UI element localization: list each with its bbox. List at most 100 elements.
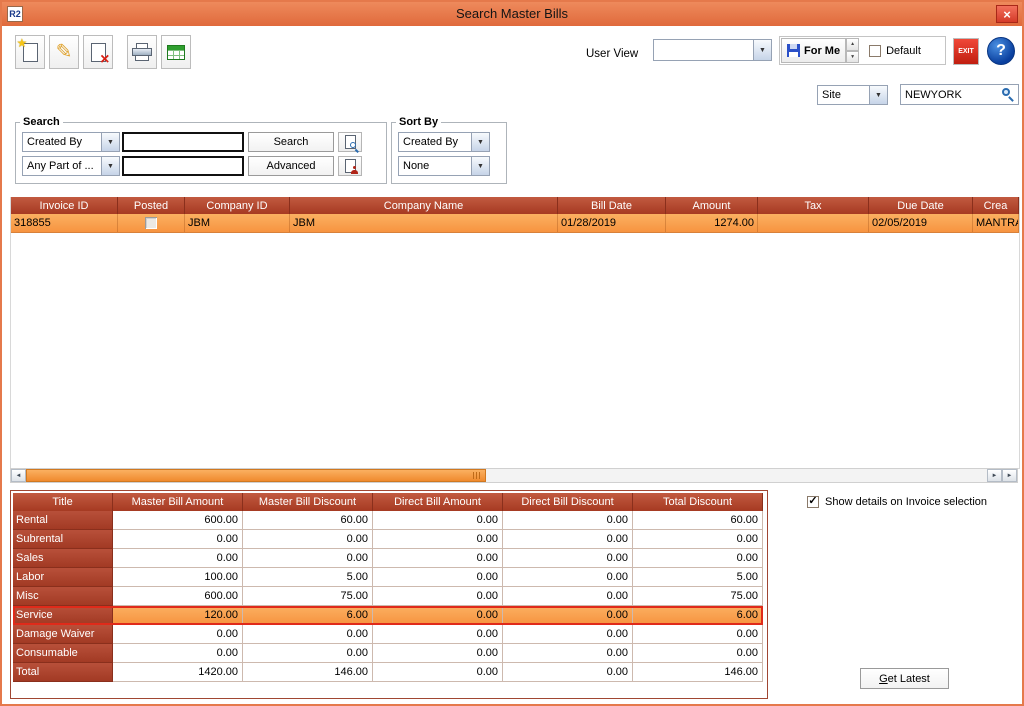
spin-up-icon[interactable]: ▲ (846, 38, 859, 51)
invoice-grid-column-header[interactable]: Crea (973, 197, 1019, 214)
edit-button[interactable]: ✎ (49, 35, 79, 69)
search-button[interactable]: Search (248, 132, 334, 152)
default-checkbox-box[interactable] (869, 45, 881, 57)
details-cell: 0.00 (633, 625, 763, 644)
invoice-grid-column-header[interactable]: Tax (758, 197, 869, 214)
details-cell: 146.00 (633, 663, 763, 682)
chevron-down-icon[interactable]: ▼ (471, 157, 489, 175)
site-combo[interactable]: Site ▼ (817, 85, 888, 105)
details-cell: 120.00 (113, 606, 243, 625)
invoice-grid-cell (758, 214, 869, 232)
new-document-icon: ★ (23, 43, 38, 62)
search-input[interactable] (122, 132, 244, 152)
posted-checkbox[interactable] (145, 217, 157, 229)
print-button[interactable] (127, 35, 157, 69)
invoice-grid-column-header[interactable]: Posted (118, 197, 185, 214)
details-cell: 0.00 (243, 625, 373, 644)
search-icon[interactable] (1001, 87, 1016, 102)
details-cell: 5.00 (243, 568, 373, 587)
details-cell: 0.00 (503, 606, 633, 625)
details-row[interactable]: Sales0.000.000.000.000.00 (13, 549, 763, 568)
details-cell: 5.00 (633, 568, 763, 587)
star-icon: ★ (17, 37, 28, 49)
chevron-down-icon[interactable]: ▼ (869, 86, 887, 104)
advanced-report-button[interactable] (338, 156, 362, 176)
show-details-checkbox[interactable]: ✓ Show details on Invoice selection (807, 496, 987, 508)
details-cell: 0.00 (503, 549, 633, 568)
show-details-checkbox-box[interactable]: ✓ (807, 496, 819, 508)
export-button[interactable] (161, 35, 191, 69)
for-me-button[interactable]: For Me (781, 38, 846, 63)
details-row[interactable]: Service120.006.000.000.006.00 (13, 606, 763, 625)
exit-button[interactable]: EXIT (953, 38, 979, 65)
details-row[interactable]: Consumable0.000.000.000.000.00 (13, 644, 763, 663)
sort-primary-combo[interactable]: Created By ▼ (398, 132, 490, 152)
scrollbar-thumb[interactable] (26, 469, 486, 482)
delete-document-icon: × (91, 43, 106, 62)
invoice-grid-row[interactable]: 318855JBMJBM01/28/20191274.0002/05/2019M… (11, 214, 1019, 233)
details-row-title: Subrental (13, 530, 113, 549)
close-button[interactable]: × (996, 5, 1018, 23)
search-report-button[interactable] (338, 132, 362, 152)
details-row-title: Misc (13, 587, 113, 606)
invoice-grid-cell: 318855 (11, 214, 118, 232)
details-row[interactable]: Misc600.0075.000.000.0075.00 (13, 587, 763, 606)
invoice-grid-column-header[interactable]: Invoice ID (11, 197, 118, 214)
chevron-down-icon[interactable]: ▼ (753, 40, 771, 60)
chevron-down-icon[interactable]: ▼ (101, 157, 119, 175)
horizontal-scrollbar[interactable]: ◄ ► ► (10, 468, 1018, 483)
details-cell: 0.00 (633, 549, 763, 568)
invoice-grid-column-header[interactable]: Company Name (290, 197, 558, 214)
grip-icon (473, 472, 481, 479)
user-view-label: User View (586, 48, 638, 60)
get-latest-button[interactable]: Get Latest (860, 668, 949, 689)
invoice-grid-cell: JBM (185, 214, 290, 232)
spin-down-icon[interactable]: ▼ (846, 51, 859, 64)
delete-button[interactable]: × (83, 35, 113, 69)
details-cell: 0.00 (503, 625, 633, 644)
details-row[interactable]: Rental600.0060.000.000.0060.00 (13, 511, 763, 530)
new-button[interactable]: ★ (15, 35, 45, 69)
sort-secondary-combo[interactable]: None ▼ (398, 156, 490, 176)
invoice-grid-column-header[interactable]: Due Date (869, 197, 973, 214)
details-row-title: Consumable (13, 644, 113, 663)
details-cell: 0.00 (503, 530, 633, 549)
details-cell: 0.00 (373, 549, 503, 568)
details-row[interactable]: Labor100.005.000.000.005.00 (13, 568, 763, 587)
details-row[interactable]: Damage Waiver0.000.000.000.000.00 (13, 625, 763, 644)
location-field[interactable]: NEWYORK (900, 84, 1019, 105)
invoice-grid-column-header[interactable]: Amount (666, 197, 758, 214)
search-field-combo-value: Created By (23, 136, 101, 148)
details-header-row: TitleMaster Bill AmountMaster Bill Disco… (13, 493, 763, 511)
scroll-left-button[interactable]: ◄ (11, 469, 26, 482)
invoice-grid-column-header[interactable]: Company ID (185, 197, 290, 214)
search-legend: Search (20, 116, 63, 128)
printer-icon (132, 43, 152, 61)
details-cell: 0.00 (503, 568, 633, 587)
help-button[interactable]: ? (987, 37, 1015, 65)
scrollbar-track[interactable] (26, 469, 987, 482)
details-cell: 600.00 (113, 511, 243, 530)
details-row[interactable]: Total1420.00146.000.000.00146.00 (13, 663, 763, 682)
details-cell: 0.00 (373, 663, 503, 682)
advanced-button[interactable]: Advanced (248, 156, 334, 176)
chevron-down-icon[interactable]: ▼ (471, 133, 489, 151)
scroll-right-button[interactable]: ► (987, 469, 1002, 482)
chevron-down-icon[interactable]: ▼ (101, 133, 119, 151)
match-input[interactable] (122, 156, 244, 176)
sort-panel: Sort By Created By ▼ None ▼ (391, 116, 507, 184)
details-row-title: Damage Waiver (13, 625, 113, 644)
user-view-combo[interactable]: ▼ (653, 39, 772, 61)
details-panel: TitleMaster Bill AmountMaster Bill Disco… (10, 490, 768, 699)
search-match-combo[interactable]: Any Part of ... ▼ (22, 156, 120, 176)
question-icon: ? (996, 42, 1006, 60)
default-checkbox[interactable]: Default (869, 45, 921, 57)
scroll-right-edge-button[interactable]: ► (1002, 469, 1017, 482)
export-grid-icon (167, 45, 185, 60)
invoice-grid-column-header[interactable]: Bill Date (558, 197, 666, 214)
search-field-combo[interactable]: Created By ▼ (22, 132, 120, 152)
red-x-icon: × (100, 52, 109, 68)
details-row-title: Labor (13, 568, 113, 587)
details-cell: 0.00 (373, 625, 503, 644)
details-row[interactable]: Subrental0.000.000.000.000.00 (13, 530, 763, 549)
